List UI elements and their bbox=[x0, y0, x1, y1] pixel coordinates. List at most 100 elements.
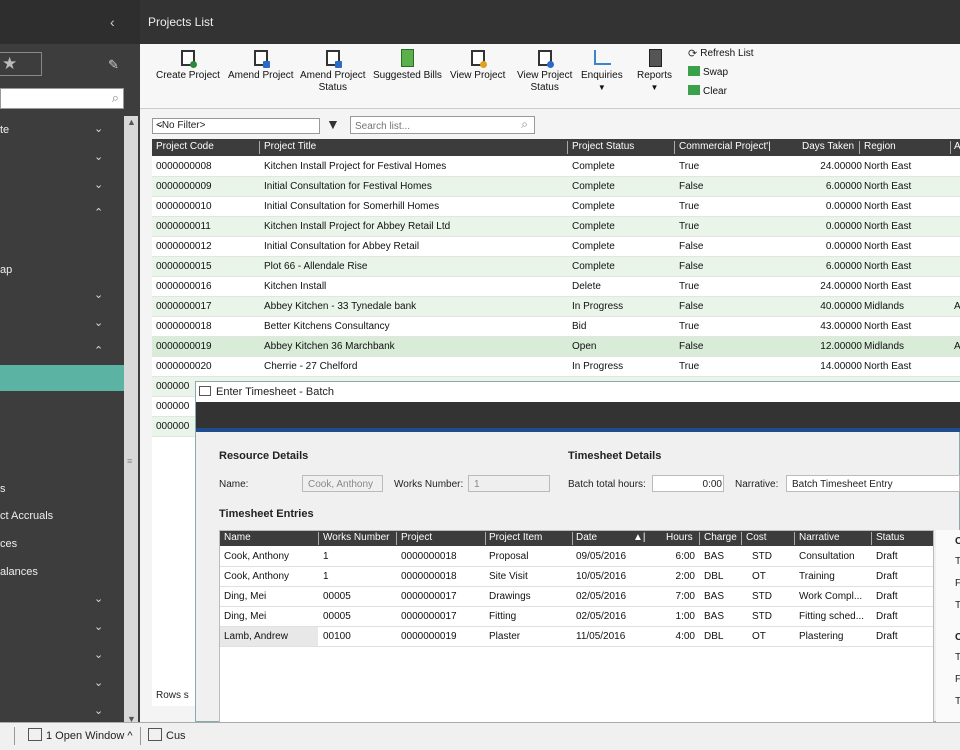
table-row[interactable]: 0000000012 Initial Consultation for Abbey… bbox=[152, 237, 960, 257]
cell-project-code: 0000000012 bbox=[156, 241, 212, 252]
scroll-up-icon[interactable]: ▲ bbox=[127, 117, 136, 127]
cell-a: A bbox=[954, 341, 960, 352]
col-project-item[interactable]: Project Item bbox=[489, 532, 542, 543]
col-project[interactable]: Project bbox=[401, 532, 432, 543]
dialog-title-bar[interactable]: Enter Timesheet - Batch bbox=[196, 382, 960, 402]
sort-asc-icon[interactable]: ▲| bbox=[633, 532, 646, 543]
sidebar-item[interactable]: ⌄ bbox=[0, 150, 124, 168]
view-project-button[interactable]: View Project bbox=[450, 48, 505, 82]
col-a[interactable]: A bbox=[954, 141, 960, 152]
table-row[interactable]: 0000000017 Abbey Kitchen - 33 Tynedale ba… bbox=[152, 297, 960, 317]
chevron-up-icon[interactable]: ⌃ bbox=[94, 344, 103, 357]
cell-region: North East bbox=[864, 221, 912, 232]
amend-project-status-button[interactable]: Amend Project Status bbox=[300, 48, 366, 94]
sidebar-item[interactable]: alances bbox=[0, 564, 124, 582]
sidebar-item[interactable]: ⌄ bbox=[0, 648, 124, 666]
sidebar-item[interactable]: ⌄ bbox=[0, 316, 124, 334]
chevron-down-icon[interactable]: ⌄ bbox=[94, 592, 103, 605]
chevron-down-icon[interactable]: ⌄ bbox=[94, 316, 103, 329]
col-commercial-project[interactable]: Commercial Project'| bbox=[679, 141, 771, 152]
sidebar-item[interactable]: ⌄ bbox=[0, 288, 124, 306]
search-list-box[interactable]: ⌕ bbox=[350, 116, 535, 134]
suggested-bills-button[interactable]: Suggested Bills bbox=[373, 48, 442, 82]
sidebar-selected-item[interactable] bbox=[0, 365, 124, 391]
col-hours[interactable]: Hours bbox=[666, 532, 693, 543]
sidebar-item[interactable]: ⌄ bbox=[0, 676, 124, 694]
chevron-left-icon[interactable]: ‹ bbox=[110, 14, 124, 30]
col-name[interactable]: Name bbox=[224, 532, 251, 543]
amend-project-button[interactable]: Amend Project bbox=[228, 48, 294, 82]
filter-funnel-icon[interactable]: ▼ bbox=[326, 116, 342, 134]
table-row[interactable]: 0000000018 Better Kitchens Consultancy Bid… bbox=[152, 317, 960, 337]
table-row[interactable]: 0000000015 Plot 66 - Allendale Rise Comple… bbox=[152, 257, 960, 277]
sidebar-search-input[interactable]: ⌕ bbox=[0, 88, 124, 109]
col-project-title[interactable]: Project Title bbox=[264, 141, 316, 152]
col-status[interactable]: Status bbox=[876, 532, 904, 543]
name-input[interactable] bbox=[306, 477, 382, 492]
table-row[interactable]: Cook, Anthony 1 0000000018 Proposal 09/05/20… bbox=[220, 547, 933, 567]
narrative-input[interactable] bbox=[790, 477, 949, 492]
col-charge[interactable]: Charge bbox=[704, 532, 737, 543]
table-row[interactable]: Lamb, Andrew 00100 0000000019 Plaster 11/05/… bbox=[220, 627, 933, 647]
col-works-number[interactable]: Works Number bbox=[323, 532, 390, 543]
open-windows-button[interactable]: 1 Open Window ^ bbox=[28, 728, 132, 746]
col-date[interactable]: Date bbox=[576, 532, 597, 543]
table-row[interactable]: 0000000020 Cherrie - 27 Chelford In Progre… bbox=[152, 357, 960, 377]
sidebar-item[interactable]: ⌃ bbox=[0, 344, 124, 362]
sidebar-item[interactable]: ⌄ bbox=[0, 178, 124, 196]
sidebar-scrollbar[interactable]: ▲ ≡ ▼ bbox=[124, 116, 138, 726]
sidebar-item[interactable]: ap bbox=[0, 262, 124, 280]
table-row[interactable]: 0000000019 Abbey Kitchen 36 Marchbank Open… bbox=[152, 337, 960, 357]
view-project-status-button[interactable]: View Project Status bbox=[517, 48, 572, 94]
swap-button[interactable]: Swap bbox=[688, 66, 728, 78]
chevron-down-icon[interactable]: ⌄ bbox=[94, 122, 103, 135]
chevron-up-icon[interactable]: ⌃ bbox=[94, 206, 103, 219]
col-project-status[interactable]: Project Status bbox=[572, 141, 634, 152]
table-row[interactable]: 0000000016 Kitchen Install Delete True 24.00… bbox=[152, 277, 960, 297]
narrative-field[interactable] bbox=[786, 475, 960, 492]
table-row[interactable]: Ding, Mei 00005 0000000017 Drawings 02/05/20… bbox=[220, 587, 933, 607]
sidebar-item[interactable]: ⌄ bbox=[0, 704, 124, 722]
sidebar-item[interactable]: ces bbox=[0, 536, 124, 554]
works-number-input[interactable] bbox=[472, 477, 548, 492]
sidebar-item[interactable]: ⌄ bbox=[0, 620, 124, 638]
sidebar-item[interactable]: te ⌄ bbox=[0, 122, 124, 140]
chevron-down-icon[interactable]: ⌄ bbox=[94, 676, 103, 689]
chevron-down-icon[interactable]: ⌄ bbox=[94, 704, 103, 717]
sidebar-item[interactable]: ⌃ bbox=[0, 206, 124, 224]
refresh-list-button[interactable]: ⟳ Refresh List bbox=[688, 47, 754, 60]
chevron-down-icon[interactable]: ⌄ bbox=[94, 620, 103, 633]
sidebar-item[interactable]: ct Accruals bbox=[0, 508, 124, 526]
col-project-code[interactable]: Project Code bbox=[156, 141, 214, 152]
chevron-down-icon[interactable]: ⌄ bbox=[94, 648, 103, 661]
chevron-down-icon[interactable]: ⌄ bbox=[94, 178, 103, 191]
favourites-button[interactable]: ★ bbox=[0, 52, 42, 76]
table-row[interactable]: 0000000008 Kitchen Install Project for Fe… bbox=[152, 157, 960, 177]
reports-button[interactable]: Reports ▼ bbox=[637, 48, 672, 94]
create-project-button[interactable]: Create Project bbox=[156, 48, 220, 82]
scroll-grip-icon[interactable]: ≡ bbox=[127, 456, 135, 466]
pencil-icon[interactable]: ✎ bbox=[108, 57, 119, 73]
clear-button[interactable]: Clear bbox=[688, 85, 727, 97]
sidebar-item[interactable]: s bbox=[0, 481, 124, 499]
chevron-down-icon[interactable]: ⌄ bbox=[94, 288, 103, 301]
name-field[interactable] bbox=[302, 475, 383, 492]
batch-hours-field[interactable] bbox=[652, 475, 724, 492]
col-days-taken[interactable]: Days Taken bbox=[802, 141, 854, 152]
works-number-field[interactable] bbox=[468, 475, 550, 492]
col-region[interactable]: Region bbox=[864, 141, 896, 152]
chevron-down-icon[interactable]: ⌄ bbox=[94, 150, 103, 163]
filter-select[interactable]: <No Filter> ⌄ bbox=[152, 118, 320, 134]
batch-hours-input[interactable] bbox=[656, 477, 724, 492]
col-cost[interactable]: Cost bbox=[746, 532, 767, 543]
table-row[interactable]: Cook, Anthony 1 0000000018 Site Visit 10/05/… bbox=[220, 567, 933, 587]
table-row[interactable]: 0000000009 Initial Consultation for Festi… bbox=[152, 177, 960, 197]
enquiries-button[interactable]: Enquiries ▼ bbox=[581, 48, 623, 94]
table-row[interactable]: 0000000011 Kitchen Install Project for Ab… bbox=[152, 217, 960, 237]
col-narrative[interactable]: Narrative bbox=[799, 532, 840, 543]
sidebar-item[interactable]: ⌄ bbox=[0, 592, 124, 610]
taskbar-window-cus[interactable]: Cus bbox=[148, 728, 186, 746]
search-list-input[interactable] bbox=[353, 118, 507, 134]
table-row[interactable]: 0000000010 Initial Consultation for Somer… bbox=[152, 197, 960, 217]
table-row[interactable]: Ding, Mei 00005 0000000017 Fitting 02/05/201… bbox=[220, 607, 933, 627]
